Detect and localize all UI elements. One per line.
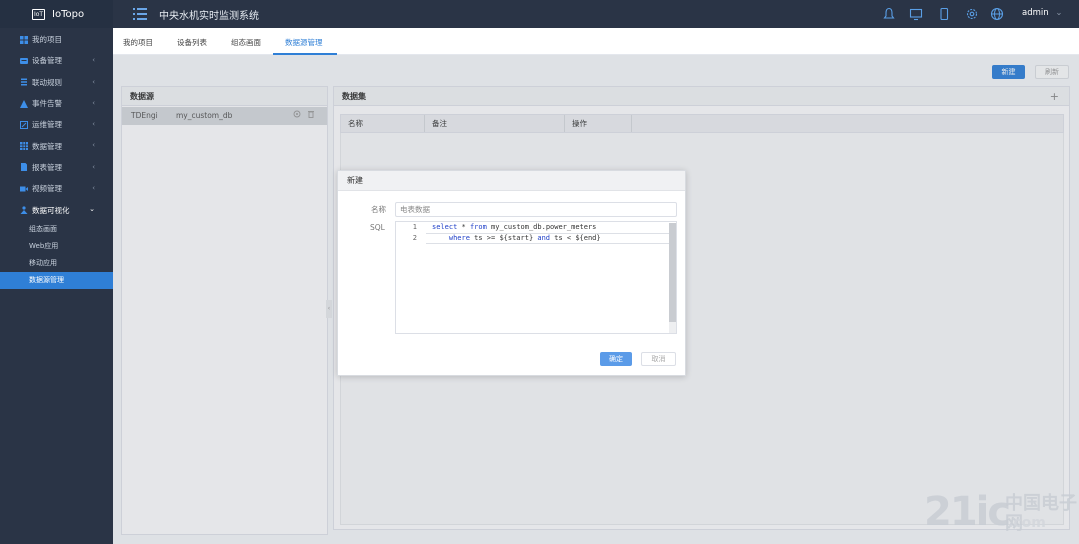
name-input[interactable]	[395, 202, 677, 217]
sidebar-item-data[interactable]: 数据管理 ‹	[0, 135, 113, 156]
new-dataset-dialog: 新建 名称 SQL 1 2 select * from my_custom_db…	[337, 170, 686, 376]
user-menu[interactable]: admin ⌄	[1022, 8, 1062, 18]
gear-icon[interactable]	[965, 7, 979, 21]
report-icon	[20, 163, 28, 172]
chevron-left-icon: ‹	[92, 98, 95, 107]
chevron-left-icon: ‹	[92, 77, 95, 86]
video-icon	[20, 185, 28, 193]
data-icon	[20, 142, 28, 151]
line-number: 2	[412, 234, 417, 242]
warning-icon	[20, 99, 28, 108]
tab-scada[interactable]: 组态画面	[231, 37, 261, 48]
device-icon	[20, 57, 28, 65]
name-label: 名称	[371, 205, 386, 214]
cancel-button[interactable]: 取消	[641, 352, 676, 366]
code-area[interactable]: select * from my_custom_db.power_meters …	[432, 222, 670, 244]
grid-icon	[20, 35, 28, 44]
logo-badge: IoT	[32, 8, 45, 20]
sidebar-subitem-mobile-app[interactable]: 移动应用	[0, 255, 113, 272]
username: admin	[1022, 8, 1049, 18]
sidebar-item-my-projects[interactable]: 我的项目	[0, 29, 113, 50]
logo: IoT IoTopo	[0, 0, 113, 28]
line-number-gutter: 1 2	[396, 222, 426, 333]
sidebar-item-alarm[interactable]: 事件告警 ‹	[0, 93, 113, 114]
menu-icon[interactable]	[133, 8, 147, 22]
sql-editor[interactable]: 1 2 select * from my_custom_db.power_met…	[395, 221, 677, 334]
bell-icon[interactable]	[882, 7, 896, 21]
sidebar-subitem-web-app[interactable]: Web应用	[0, 238, 113, 255]
dialog-title: 新建	[338, 171, 685, 191]
sidebar-item-label: 数据可视化	[32, 205, 70, 215]
sidebar: IoT IoTopo 我的项目 设备管理 ‹ 联动规则 ‹ 事件告警 ‹ 运维管…	[0, 0, 113, 544]
sidebar-item-report[interactable]: 报表管理 ‹	[0, 157, 113, 178]
sidebar-item-label: 报表管理	[32, 162, 62, 172]
chevron-left-icon: ‹	[92, 56, 95, 65]
sidebar-item-device[interactable]: 设备管理 ‹	[0, 50, 113, 71]
sidebar-item-label: 我的项目	[32, 35, 62, 45]
sidebar-subitem-scada[interactable]: 组态画面	[0, 221, 113, 238]
tab-datasource[interactable]: 数据源管理	[285, 37, 323, 48]
globe-icon[interactable]	[990, 7, 1004, 21]
confirm-button[interactable]: 确定	[600, 352, 632, 366]
tab-device-list[interactable]: 设备列表	[177, 37, 207, 48]
sidebar-item-label: 数据管理	[32, 141, 62, 151]
code-line: where ts >= ${start} and ts < ${end}	[448, 234, 601, 242]
watermark-logo: 21ic	[924, 489, 1011, 535]
monitor-icon[interactable]	[909, 7, 923, 21]
sidebar-subitem-datasource[interactable]: 数据源管理	[0, 271, 113, 289]
page-tabs: 我的项目 设备列表 组态画面 数据源管理	[113, 28, 1079, 55]
sidebar-item-visualization[interactable]: 数据可视化 ⌄	[0, 199, 113, 220]
rules-icon	[20, 78, 28, 86]
sidebar-item-label: 运维管理	[32, 120, 62, 130]
sql-label: SQL	[370, 223, 385, 232]
watermark-com: .com	[1008, 515, 1046, 531]
sidebar-item-label: 视频管理	[32, 184, 62, 194]
chevron-down-icon: ⌄	[1055, 8, 1063, 18]
sidebar-item-ops[interactable]: 运维管理 ‹	[0, 114, 113, 135]
chevron-left-icon: ‹	[92, 120, 95, 129]
sidebar-item-label: 联动规则	[32, 77, 62, 87]
logo-name: IoTopo	[52, 8, 85, 20]
visual-icon	[20, 206, 28, 215]
editor-scrollbar-track[interactable]	[669, 322, 676, 333]
tab-my-projects[interactable]: 我的项目	[123, 37, 153, 48]
sidebar-item-rules[interactable]: 联动规则 ‹	[0, 72, 113, 93]
chevron-left-icon: ‹	[92, 184, 95, 193]
chevron-left-icon: ‹	[92, 162, 95, 171]
chevron-left-icon: ‹	[92, 141, 95, 150]
mobile-icon[interactable]	[937, 7, 951, 21]
system-title: 中央水机实时监测系统	[159, 11, 259, 22]
editor-scrollbar-thumb[interactable]	[669, 223, 676, 322]
edit-icon	[20, 120, 28, 129]
code-line: select * from my_custom_db.power_meters	[432, 223, 597, 231]
line-number: 1	[412, 223, 417, 231]
top-header: 中央水机实时监测系统 admin ⌄	[113, 0, 1079, 28]
chevron-down-icon: ⌄	[89, 205, 95, 214]
sidebar-item-video[interactable]: 视频管理 ‹	[0, 178, 113, 199]
sidebar-item-label: 事件告警	[32, 99, 62, 109]
sidebar-item-label: 设备管理	[32, 56, 62, 66]
